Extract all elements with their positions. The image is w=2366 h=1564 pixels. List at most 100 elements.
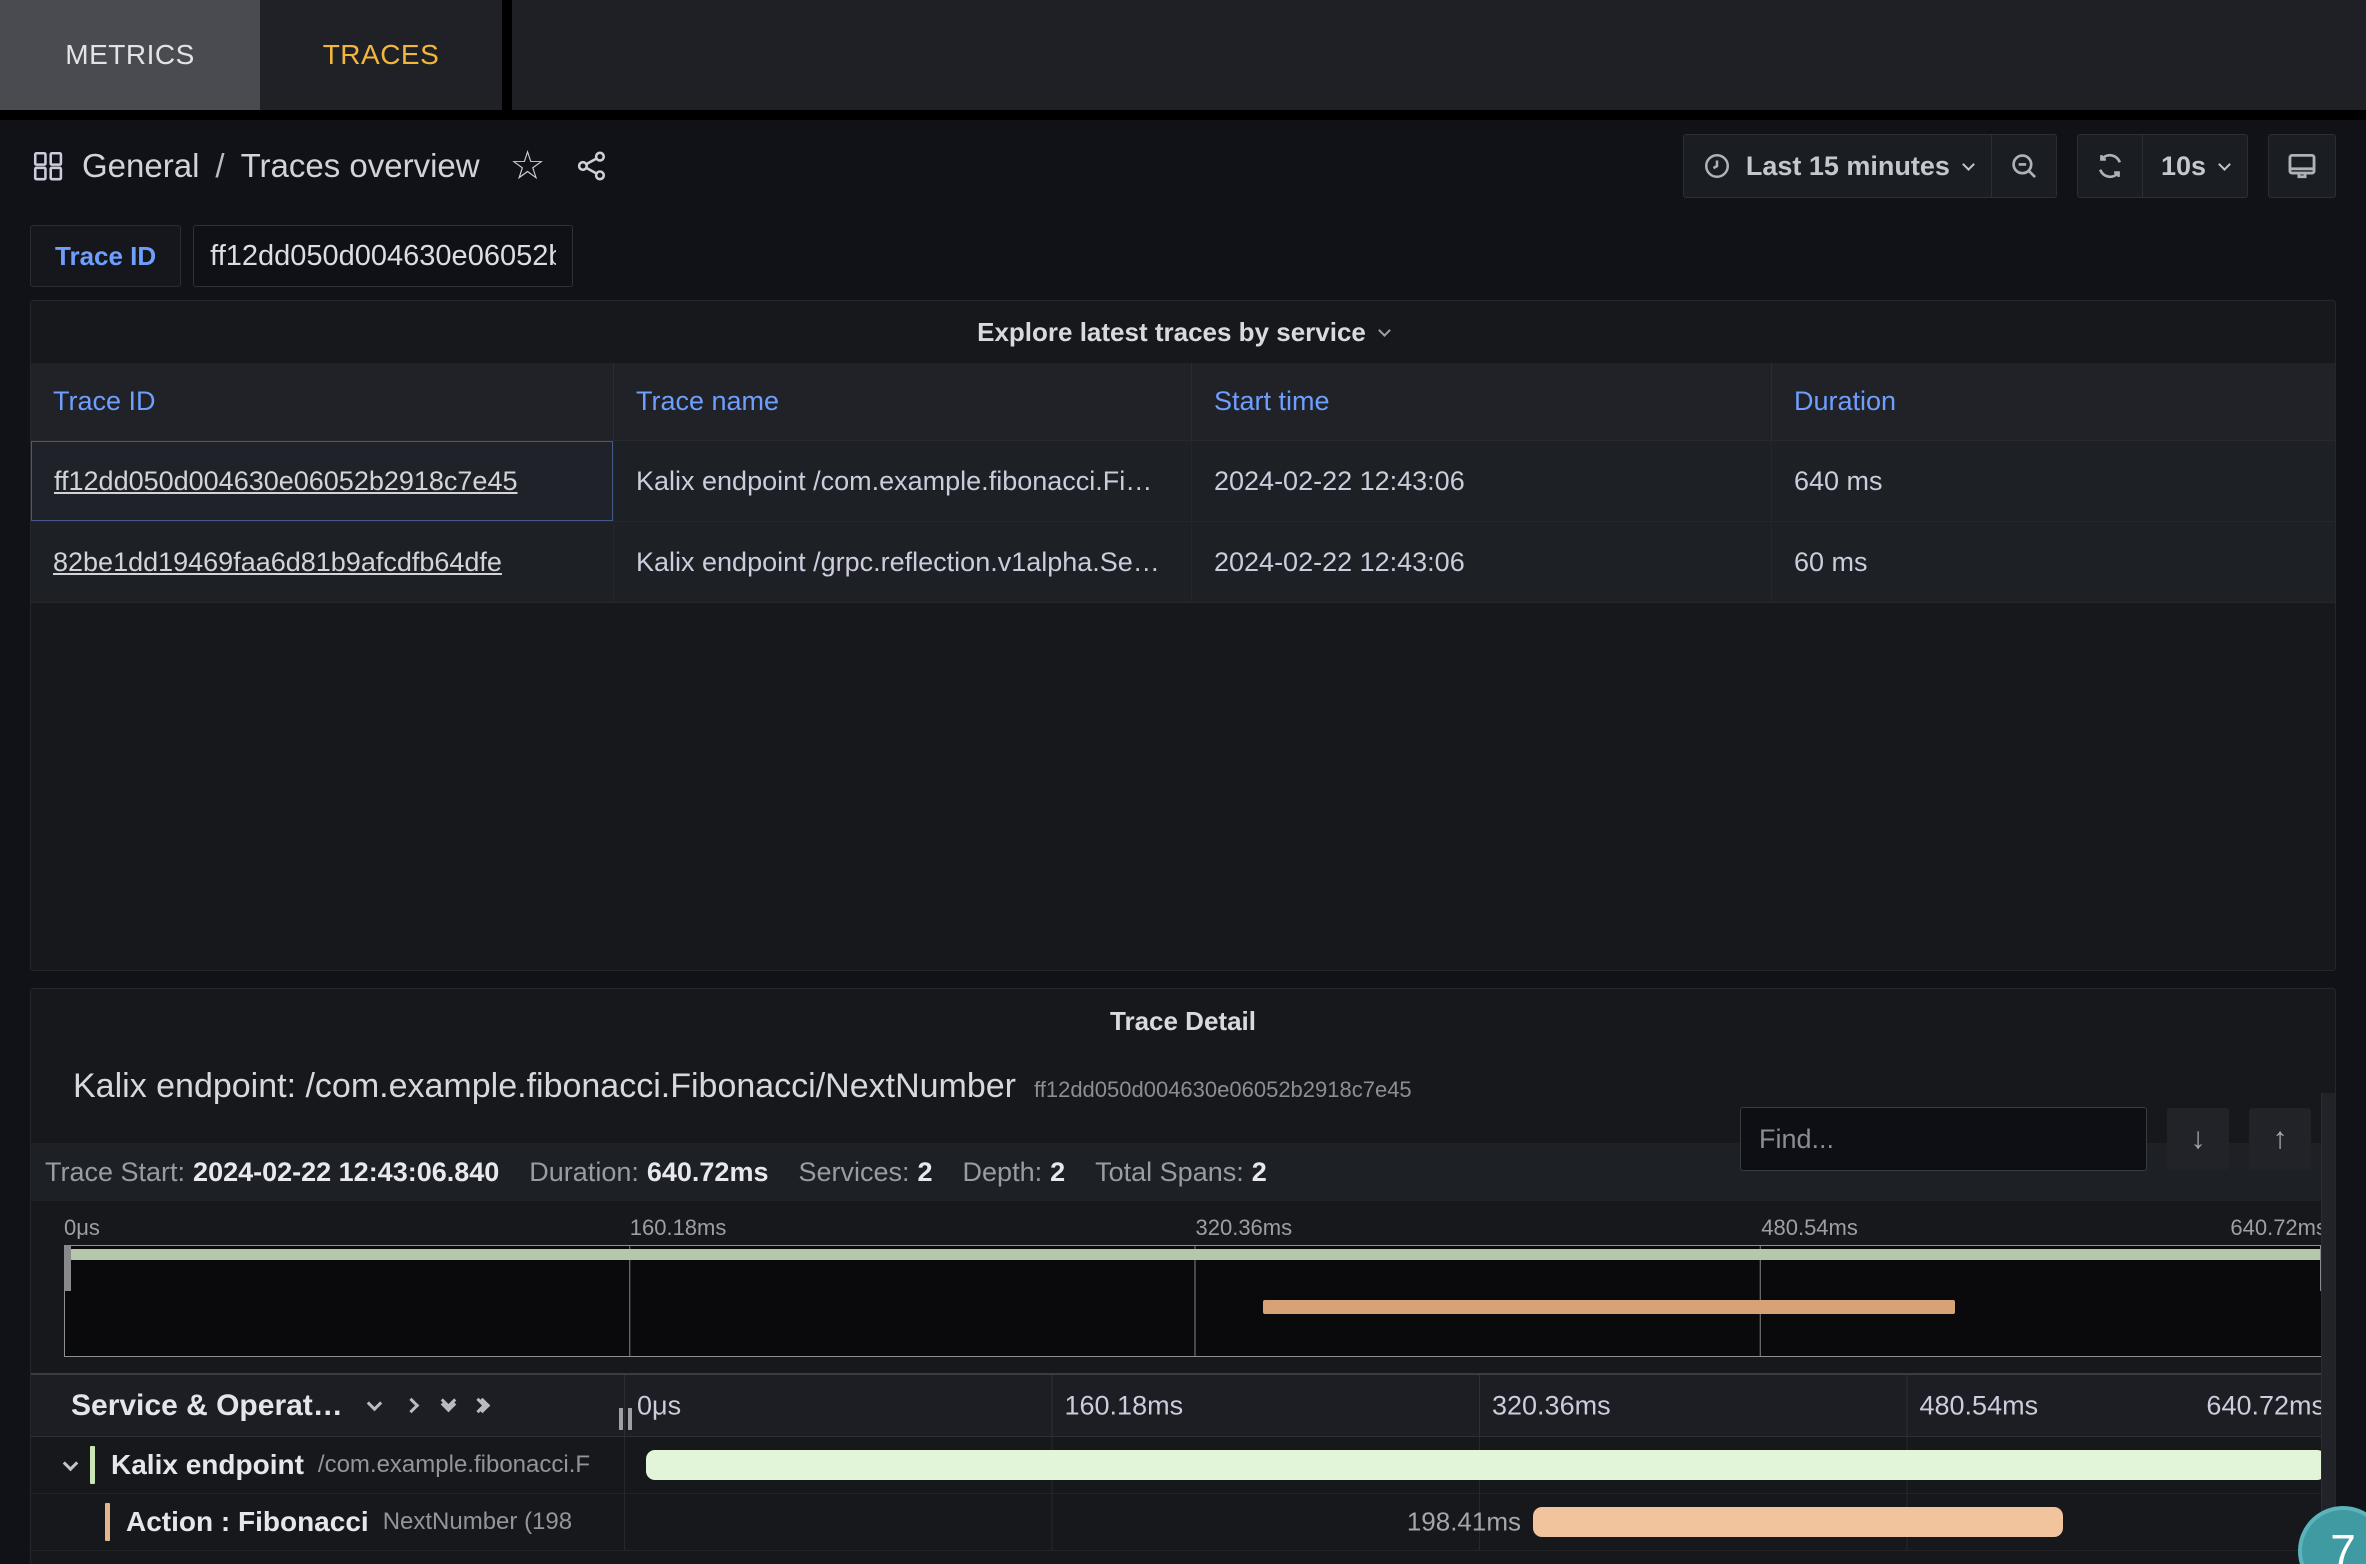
tick-label: 640.72ms [2206,1390,2325,1421]
minimap-child-span-bar [1263,1300,1955,1314]
tab-metrics-label: METRICS [65,39,195,71]
trace-id-variable-input[interactable] [193,225,573,287]
search-minus-icon [2008,150,2040,182]
tab-traces[interactable]: TRACES [260,0,502,110]
variable-row: Trace ID [30,225,573,287]
share-icon[interactable] [575,149,609,183]
find-next-button[interactable]: ↓ [2167,1108,2229,1170]
column-header-duration[interactable]: Duration [1771,363,2335,440]
find-prev-button[interactable]: ↑ [2249,1108,2311,1170]
span-row-child[interactable]: Action : Fibonacci NextNumber (198 198.4… [31,1494,2335,1551]
tab-bar-underline [0,110,2366,120]
tick-label: 640.72ms [2230,1215,2327,1241]
tick-label: 480.54ms [1908,1390,2039,1421]
time-range-label: Last 15 minutes [1746,151,1950,182]
traces-table-panel: Explore latest traces by service Trace I… [30,300,2336,971]
favorite-star-icon[interactable]: ☆ [510,146,546,186]
top-tab-bar: METRICS TRACES [0,0,2366,110]
dashboards-grid-icon[interactable] [30,148,66,184]
breadcrumb: General / Traces overview ☆ [30,146,609,186]
column-header-start-time[interactable]: Start time [1191,363,1771,440]
tab-traces-label: TRACES [323,39,440,71]
column-header-trace-name[interactable]: Trace name [613,363,1191,440]
trace-name-cell: Kalix endpoint /grpc.reflection.v1alpha.… [613,522,1191,602]
clock-icon [1702,151,1732,181]
trace-detail-panel-title: Trace Detail [31,989,2335,1053]
stat-total-spans: Total Spans:2 [1095,1157,1267,1188]
traces-panel-title-text: Explore latest traces by service [977,317,1366,348]
duration-cell: 60 ms [1771,522,2335,602]
root-span-bar[interactable] [646,1450,2327,1480]
span-name-cell: Kalix endpoint /com.example.fibonacci.F [31,1437,624,1493]
service-color-marker [90,1446,95,1484]
child-span-bar[interactable] [1533,1507,2063,1537]
trace-id-link[interactable]: 82be1dd19469faa6d81b9afcdfb64dfe [53,547,502,578]
dashboard-toolbar: Last 15 minutes 10s [1683,134,2336,198]
start-time-cell: 2024-02-22 12:43:06 [1191,441,1771,521]
table-row: 82be1dd19469faa6d81b9afcdfb64dfe Kalix e… [31,522,2335,603]
monitor-icon [2285,149,2319,183]
stat-services: Services:2 [798,1157,932,1188]
refresh-interval-label: 10s [2161,151,2206,182]
duration-cell: 640 ms [1771,441,2335,521]
service-color-marker [105,1503,110,1541]
trace-name-cell: Kalix endpoint /com.example.fibonacci.Fi… [613,441,1191,521]
grafana-app: METRICS TRACES General / Traces overview… [0,0,2366,1564]
breadcrumb-separator: / [215,147,224,185]
span-timeline-cell [624,1437,2335,1493]
sort-chevron-down-icon[interactable] [369,1402,380,1409]
chevron-down-icon [2218,158,2231,171]
refresh-icon [2094,150,2126,182]
trace-id-cell: ff12dd050d004630e06052b2918c7e45 [31,441,613,521]
service-operation-header: Service & Operat… [31,1375,624,1436]
stat-trace-start: Trace Start:2024-02-22 12:43:06.840 [45,1157,499,1188]
refresh-button[interactable] [2077,134,2143,198]
arrow-up-icon: ↑ [2273,1122,2288,1155]
zoom-out-time-button[interactable] [1992,134,2057,198]
breadcrumb-dashboard-title[interactable]: Traces overview [241,147,480,185]
span-name-cell: Action : Fibonacci NextNumber (198 [31,1494,624,1550]
tick-label: 160.18ms [1053,1390,1184,1421]
tab-divider [502,0,512,110]
trace-find-controls: ↓ ↑ [1740,1107,2311,1171]
find-input[interactable] [1740,1107,2147,1171]
minimap-root-span-bar [70,1249,2322,1260]
arrow-down-icon: ↓ [2191,1122,2206,1155]
refresh-interval-picker[interactable]: 10s [2143,134,2248,198]
notification-count: 7 [2330,1524,2356,1564]
trace-detail-panel: Trace Detail Kalix endpoint: /com.exampl… [30,988,2336,1564]
span-row-root[interactable]: Kalix endpoint /com.example.fibonacci.F [31,1437,2335,1494]
tab-bar-filler [512,0,2366,110]
column-header-trace-id[interactable]: Trace ID [31,363,613,440]
timeline-header-row: Service & Operat… 0μs 160.18ms 320.36ms … [31,1373,2335,1437]
operation-name: /com.example.fibonacci.F [318,1451,590,1479]
collapse-one-icon[interactable] [406,1400,417,1411]
service-operation-label: Service & Operat… [71,1389,343,1423]
trace-id-link[interactable]: ff12dd050d004630e06052b2918c7e45 [54,466,517,497]
tick-label: 320.36ms [1480,1390,1611,1421]
tick-label: 0μs [64,1215,100,1241]
timeline-minimap[interactable] [64,1245,2327,1357]
expand-all-icon[interactable] [443,1402,454,1410]
minimap-left-drag-handle[interactable] [64,1245,71,1291]
chevron-down-icon [1962,158,1975,171]
span-rows: Kalix endpoint /com.example.fibonacci.F … [31,1437,2335,1551]
kiosk-mode-button[interactable] [2268,134,2336,198]
breadcrumb-folder[interactable]: General [82,147,199,185]
traces-panel-title[interactable]: Explore latest traces by service [31,301,2335,363]
table-row: ff12dd050d004630e06052b2918c7e45 Kalix e… [31,441,2335,522]
tick-label: 320.36ms [1196,1215,1293,1241]
tick-label: 160.18ms [630,1215,727,1241]
span-duration-label: 198.41ms [1407,1507,1533,1538]
collapse-all-icon[interactable] [480,1400,488,1411]
time-range-picker[interactable]: Last 15 minutes [1683,134,1992,198]
tab-metrics[interactable]: METRICS [0,0,260,110]
timeline-tick-header: 0μs 160.18ms 320.36ms 480.54ms 640.72ms [624,1375,2335,1436]
operation-name: NextNumber (198 [383,1508,572,1536]
table-header-row: Trace ID Trace name Start time Duration [31,363,2335,441]
trace-id-cell: 82be1dd19469faa6d81b9afcdfb64dfe [31,522,613,602]
collapse-chevron-icon[interactable] [65,1456,76,1474]
trace-id-suffix: ff12dd050d004630e06052b2918c7e45 [1034,1077,1412,1103]
vertical-scrollbar[interactable] [2321,1093,2335,1564]
start-time-cell: 2024-02-22 12:43:06 [1191,522,1771,602]
